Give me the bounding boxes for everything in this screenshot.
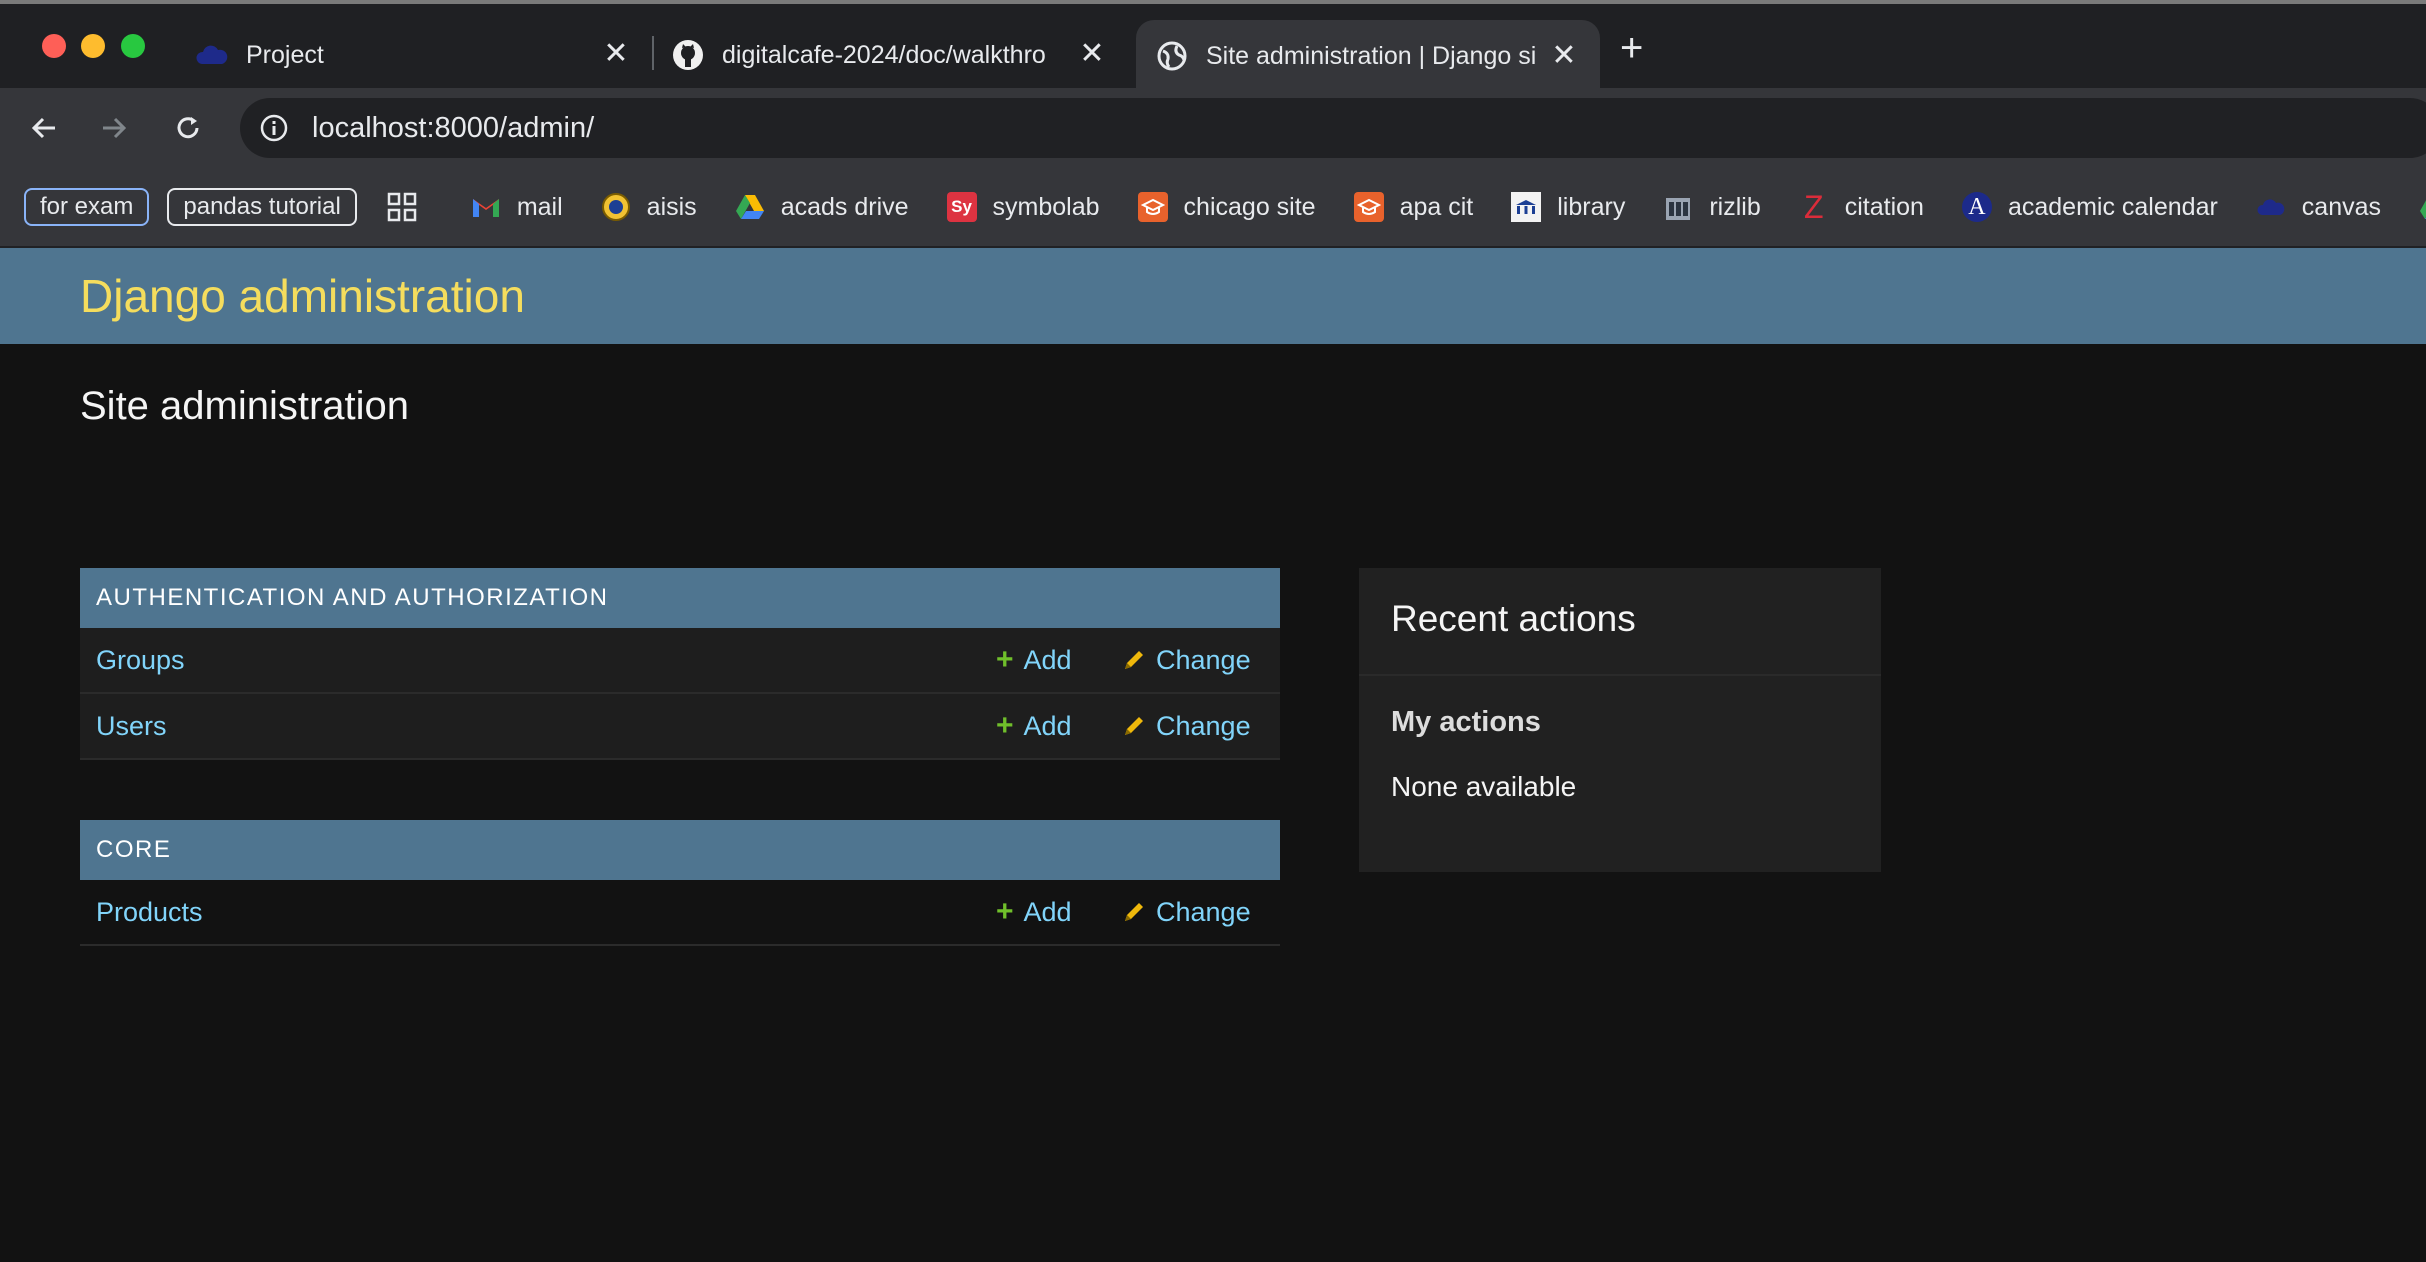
zotero-icon: Z — [1803, 188, 1824, 225]
module-caption-core[interactable]: CORE — [80, 820, 1280, 880]
arrow-right-icon — [103, 117, 127, 139]
bookmark-library[interactable]: library — [1511, 192, 1625, 222]
bookmark-overflow[interactable] — [2419, 192, 2426, 222]
tab-site-administration[interactable]: Site administration | Django si ✕ — [1136, 20, 1600, 92]
arrow-left-icon — [31, 117, 55, 139]
page-title: Site administration — [80, 384, 410, 428]
module-auth: AUTHENTICATION AND AUTHORIZATION Groups … — [80, 568, 1280, 760]
model-row-products: Products + Add Change — [80, 880, 1280, 946]
url-text: localhost:8000/admin/ — [312, 111, 595, 144]
model-row-users: Users + Add Change — [80, 694, 1280, 760]
reload-icon — [177, 117, 199, 139]
tab-separator — [652, 36, 654, 70]
letter-a-icon: A — [1961, 192, 1992, 222]
tab-close-icon[interactable]: ✕ — [1544, 38, 1584, 73]
django-admin-page: Django administration Site administratio… — [0, 248, 2426, 1262]
reload-button[interactable] — [166, 106, 210, 150]
plus-icon: + — [996, 709, 1014, 742]
browser-tab-strip: Project ✕ digitalcafe-2024/doc/walkthro … — [0, 0, 2426, 92]
drive-icon — [2419, 192, 2426, 222]
window-close-button[interactable] — [42, 34, 66, 58]
none-available-text: None available — [1391, 771, 1577, 802]
tab-github[interactable]: digitalcafe-2024/doc/walkthro ✕ — [672, 18, 1112, 92]
recent-actions-panel: Recent actions My actions None available — [1359, 568, 1881, 872]
bookmark-aisis[interactable]: aisis — [601, 192, 697, 222]
gmail-icon — [471, 192, 501, 222]
model-row-groups: Groups + Add Change — [80, 628, 1280, 694]
new-tab-button[interactable]: + — [1620, 26, 1643, 71]
my-actions-heading: My actions — [1391, 706, 1541, 738]
browser-toolbar: localhost:8000/admin/ — [0, 88, 2426, 168]
recent-actions-title: Recent actions — [1359, 568, 1881, 676]
model-link-products[interactable]: Products — [80, 897, 203, 928]
building-icon — [1663, 192, 1693, 222]
apps-grid-icon[interactable] — [385, 190, 419, 224]
globe-icon — [1156, 40, 1188, 72]
bookmark-chicago-site[interactable]: chicago site — [1137, 192, 1316, 222]
change-users-button[interactable]: Change — [1122, 694, 1251, 758]
site-info-icon[interactable] — [258, 112, 290, 144]
plus-icon: + — [996, 643, 1014, 676]
bookmark-citation[interactable]: Z citation — [1799, 188, 1924, 225]
add-users-button[interactable]: + Add — [996, 694, 1072, 758]
github-icon — [672, 39, 704, 71]
site-branding-link[interactable]: Django administration — [80, 269, 525, 323]
back-button[interactable] — [22, 106, 66, 150]
bookmark-folder-for-exam[interactable]: for exam — [24, 188, 150, 226]
bookmark-academic-calendar[interactable]: A academic calendar — [1961, 192, 2218, 222]
change-products-button[interactable]: Change — [1122, 880, 1251, 944]
pencil-icon — [1125, 651, 1143, 669]
window-minimize-button[interactable] — [81, 34, 105, 58]
module-caption-auth[interactable]: AUTHENTICATION AND AUTHORIZATION — [80, 568, 1280, 628]
bookmarks-bar: for exam pandas tutorial mail aisis acad… — [0, 168, 2426, 248]
tab-close-icon[interactable]: ✕ — [1072, 36, 1112, 71]
cloud-icon — [2256, 192, 2286, 222]
library-icon — [1511, 192, 1542, 222]
address-bar[interactable]: localhost:8000/admin/ — [240, 98, 2426, 158]
model-link-users[interactable]: Users — [80, 711, 167, 742]
add-products-button[interactable]: + Add — [996, 880, 1072, 944]
bookmark-canvas[interactable]: canvas — [2256, 192, 2381, 222]
tab-close-icon[interactable]: ✕ — [596, 36, 636, 71]
graduation-cap-icon — [1353, 192, 1384, 222]
pencil-icon — [1125, 903, 1143, 921]
bookmark-symbolab[interactable]: Sy symbolab — [946, 192, 1100, 222]
forward-button[interactable] — [92, 106, 136, 150]
symbolab-icon: Sy — [946, 192, 977, 222]
model-link-groups[interactable]: Groups — [80, 645, 185, 676]
bookmark-apa-cit[interactable]: apa cit — [1353, 192, 1473, 222]
bookmark-mail[interactable]: mail — [471, 192, 563, 222]
seal-icon — [601, 192, 631, 222]
drive-icon — [735, 192, 765, 222]
tab-project[interactable]: Project ✕ — [196, 18, 636, 92]
bookmark-folder-pandas-tutorial[interactable]: pandas tutorial — [167, 188, 357, 226]
change-groups-button[interactable]: Change — [1122, 628, 1251, 692]
bookmark-acads-drive[interactable]: acads drive — [735, 192, 909, 222]
cloud-icon — [196, 39, 228, 71]
add-groups-button[interactable]: + Add — [996, 628, 1072, 692]
module-core: CORE Products + Add Change — [80, 820, 1280, 946]
plus-icon: + — [996, 895, 1014, 928]
window-zoom-button[interactable] — [121, 34, 145, 58]
site-header: Django administration — [0, 248, 2426, 344]
bookmark-rizlib[interactable]: rizlib — [1663, 192, 1761, 222]
pencil-icon — [1125, 717, 1143, 735]
graduation-cap-icon — [1137, 192, 1168, 222]
